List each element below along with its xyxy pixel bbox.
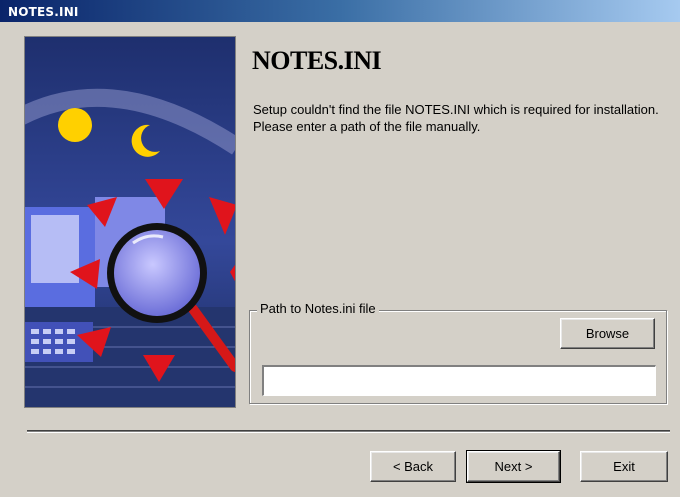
path-group-label: Path to Notes.ini file (257, 301, 379, 316)
setup-artwork (24, 36, 236, 408)
page-heading: NOTES.INI (252, 46, 382, 75)
sun-icon (58, 108, 92, 142)
exit-button[interactable]: Exit (580, 451, 668, 482)
setup-message: Setup couldn't find the file NOTES.INI w… (253, 102, 659, 134)
notes-ini-path-input[interactable] (262, 365, 656, 396)
window-title: NOTES.INI (8, 5, 79, 19)
back-button[interactable]: < Back (370, 451, 456, 482)
next-button[interactable]: Next > (466, 450, 561, 483)
title-bar: NOTES.INI (0, 0, 680, 22)
footer-divider-highlight (27, 431, 670, 433)
browse-button[interactable]: Browse (560, 318, 655, 349)
